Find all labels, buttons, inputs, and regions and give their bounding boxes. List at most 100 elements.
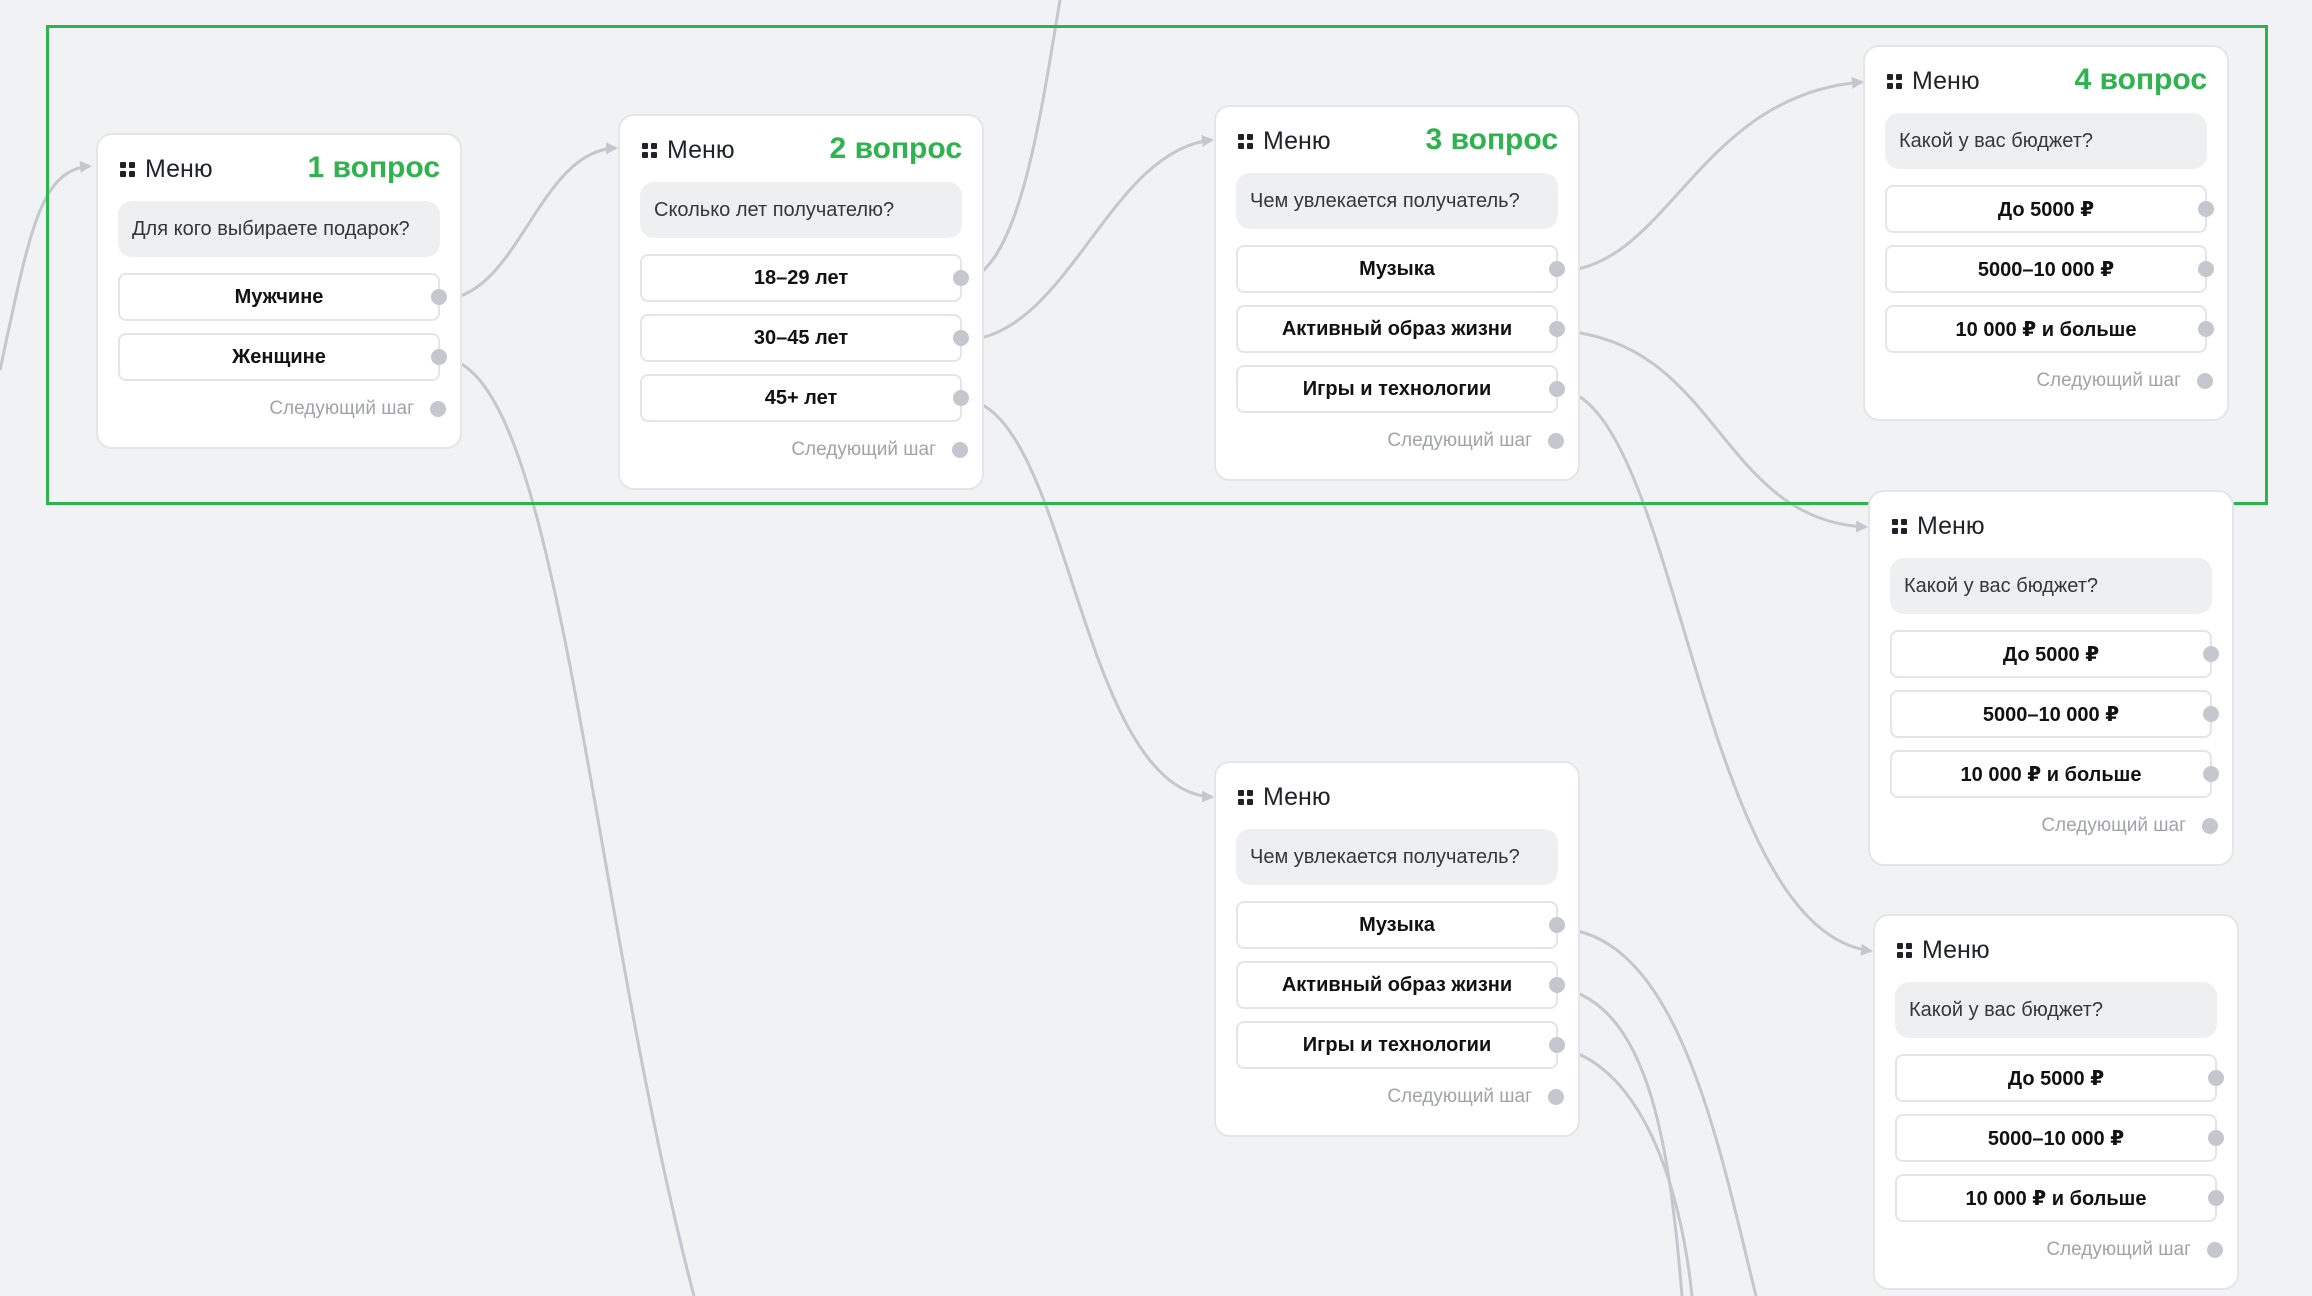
option-button[interactable]: 45+ лет — [640, 374, 969, 422]
option-button[interactable]: 5000–10 000 ₽ — [1885, 245, 2214, 293]
output-port[interactable] — [2198, 261, 2214, 277]
option-button[interactable]: Игры и технологии — [1236, 1021, 1565, 1069]
option-label: Активный образ жизни — [1281, 317, 1513, 340]
drag-handle-icon[interactable] — [642, 143, 658, 159]
next-step[interactable]: Следующий шаг — [118, 393, 446, 425]
option-label: Женщине — [232, 345, 326, 368]
output-port[interactable] — [953, 270, 969, 286]
next-step[interactable]: Следующий шаг — [640, 434, 968, 466]
menu-node-q4[interactable]: Меню 4 вопрос Какой у вас бюджет? До 500… — [1863, 45, 2229, 421]
next-step-port[interactable] — [1548, 433, 1564, 449]
option-button[interactable]: 10 000 ₽ и больше — [1895, 1174, 2224, 1222]
output-port[interactable] — [2203, 706, 2219, 722]
output-port[interactable] — [953, 330, 969, 346]
output-port[interactable] — [953, 390, 969, 406]
next-step-port[interactable] — [1548, 1089, 1564, 1105]
message-bubble[interactable]: Сколько лет получателю? — [640, 182, 962, 238]
next-step-label: Следующий шаг — [2036, 370, 2181, 391]
node-header: Меню 3 вопрос — [1236, 107, 1558, 173]
message-bubble[interactable]: Какой у вас бюджет? — [1890, 558, 2212, 614]
output-port[interactable] — [1549, 261, 1565, 277]
output-port[interactable] — [2203, 766, 2219, 782]
message-bubble[interactable]: Чем увлекается получатель? — [1236, 829, 1558, 885]
message-bubble[interactable]: Какой у вас бюджет? — [1895, 982, 2217, 1038]
message-bubble[interactable]: Чем увлекается получатель? — [1236, 173, 1558, 229]
output-port[interactable] — [2208, 1070, 2224, 1086]
next-step[interactable]: Следующий шаг — [1890, 810, 2218, 842]
node-title: Меню — [145, 155, 213, 183]
next-step[interactable]: Следующий шаг — [1236, 1081, 1564, 1113]
menu-node-q2[interactable]: Меню 2 вопрос Сколько лет получателю? 18… — [618, 114, 984, 490]
next-step-label: Следующий шаг — [2041, 815, 2186, 836]
node-title: Меню — [1263, 127, 1331, 155]
next-step[interactable]: Следующий шаг — [1885, 365, 2213, 397]
drag-handle-icon[interactable] — [1887, 74, 1903, 90]
next-step[interactable]: Следующий шаг — [1236, 425, 1564, 457]
option-button[interactable]: Женщине — [118, 333, 447, 381]
option-button[interactable]: 5000–10 000 ₽ — [1895, 1114, 2224, 1162]
option-button[interactable]: До 5000 ₽ — [1890, 630, 2219, 678]
question-label: 1 вопрос — [307, 151, 440, 184]
next-step-label: Следующий шаг — [1387, 1086, 1532, 1107]
menu-node-q1[interactable]: Меню 1 вопрос Для кого выбираете подарок… — [96, 133, 462, 449]
option-button[interactable]: Игры и технологии — [1236, 365, 1565, 413]
output-port[interactable] — [2203, 646, 2219, 662]
menu-node-q3[interactable]: Меню 3 вопрос Чем увлекается получатель?… — [1214, 105, 1580, 481]
option-button[interactable]: 10 000 ₽ и больше — [1890, 750, 2219, 798]
option-label: Игры и технологии — [1302, 377, 1492, 400]
next-step-port[interactable] — [2202, 818, 2218, 834]
option-button[interactable]: Музыка — [1236, 245, 1565, 293]
node-title: Меню — [667, 136, 735, 164]
next-step-port[interactable] — [2197, 373, 2213, 389]
message-bubble[interactable]: Какой у вас бюджет? — [1885, 113, 2207, 169]
output-port[interactable] — [2208, 1190, 2224, 1206]
option-label: 5000–10 000 ₽ — [1977, 258, 2115, 281]
option-button[interactable]: Мужчине — [118, 273, 447, 321]
drag-handle-icon[interactable] — [1897, 943, 1913, 959]
option-button[interactable]: 5000–10 000 ₽ — [1890, 690, 2219, 738]
next-step-port[interactable] — [952, 442, 968, 458]
option-label: Мужчине — [234, 285, 324, 308]
drag-handle-icon[interactable] — [120, 162, 136, 178]
option-button[interactable]: 18–29 лет — [640, 254, 969, 302]
menu-node-budget-b[interactable]: Меню Какой у вас бюджет? До 5000 ₽ 5000–… — [1868, 490, 2234, 866]
menu-node-budget-c[interactable]: Меню Какой у вас бюджет? До 5000 ₽ 5000–… — [1873, 914, 2239, 1290]
menu-node-hobby-b[interactable]: Меню Чем увлекается получатель? Музыка А… — [1214, 761, 1580, 1137]
option-label: Музыка — [1359, 913, 1435, 936]
drag-handle-icon[interactable] — [1892, 519, 1908, 535]
node-title: Меню — [1917, 512, 1985, 540]
option-button[interactable]: 10 000 ₽ и больше — [1885, 305, 2214, 353]
output-port[interactable] — [2198, 201, 2214, 217]
option-button[interactable]: Активный образ жизни — [1236, 305, 1565, 353]
drag-handle-icon[interactable] — [1238, 790, 1254, 806]
option-label: До 5000 ₽ — [2002, 643, 2100, 666]
option-button[interactable]: Музыка — [1236, 901, 1565, 949]
output-port[interactable] — [1549, 1037, 1565, 1053]
output-port[interactable] — [431, 349, 447, 365]
drag-handle-icon[interactable] — [1238, 134, 1254, 150]
question-label: 4 вопрос — [2074, 63, 2207, 96]
output-port[interactable] — [1549, 381, 1565, 397]
node-header: Меню — [1236, 763, 1558, 829]
next-step-label: Следующий шаг — [791, 439, 936, 460]
next-step-port[interactable] — [430, 401, 446, 417]
option-button[interactable]: Активный образ жизни — [1236, 961, 1565, 1009]
option-label: 10 000 ₽ и больше — [1955, 318, 2137, 341]
node-title: Меню — [1912, 67, 1980, 95]
option-button[interactable]: До 5000 ₽ — [1895, 1054, 2224, 1102]
node-header: Меню — [1895, 916, 2217, 982]
next-step[interactable]: Следующий шаг — [1895, 1234, 2223, 1266]
option-button[interactable]: 30–45 лет — [640, 314, 969, 362]
question-label: 2 вопрос — [829, 132, 962, 165]
output-port[interactable] — [2208, 1130, 2224, 1146]
message-bubble[interactable]: Для кого выбираете подарок? — [118, 201, 440, 257]
output-port[interactable] — [2198, 321, 2214, 337]
output-port[interactable] — [431, 289, 447, 305]
output-port[interactable] — [1549, 917, 1565, 933]
option-button[interactable]: До 5000 ₽ — [1885, 185, 2214, 233]
node-title: Меню — [1263, 783, 1331, 811]
next-step-port[interactable] — [2207, 1242, 2223, 1258]
output-port[interactable] — [1549, 977, 1565, 993]
output-port[interactable] — [1549, 321, 1565, 337]
option-label: Игры и технологии — [1302, 1033, 1492, 1056]
